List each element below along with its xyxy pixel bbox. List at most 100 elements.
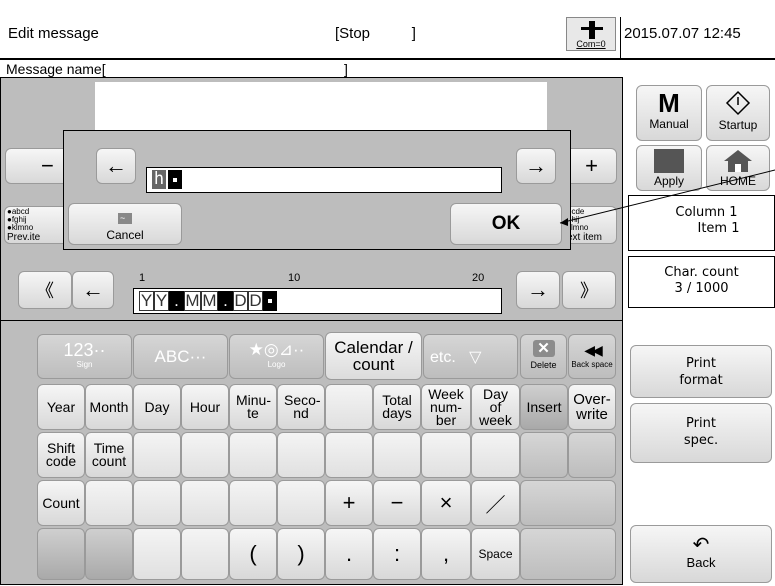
- key-right-paren[interactable]: ): [277, 528, 325, 580]
- key-minus[interactable]: −: [373, 480, 421, 526]
- delete-x-icon: ✕: [532, 340, 555, 357]
- key-plus[interactable]: +: [325, 480, 373, 526]
- manual-button[interactable]: M Manual: [636, 85, 702, 141]
- overwrite-button[interactable]: Over-write: [568, 384, 616, 430]
- key-year[interactable]: Year: [37, 384, 85, 430]
- back-button[interactable]: ↶ Back: [630, 525, 772, 583]
- blank-key[interactable]: [181, 480, 229, 526]
- blank-key[interactable]: [568, 432, 616, 478]
- blank-key[interactable]: [421, 432, 471, 478]
- tab-calendar-count[interactable]: Calendar / count: [325, 332, 422, 380]
- dialog-cursor-left-button[interactable]: ←: [96, 148, 136, 184]
- date-token: M: [184, 291, 201, 311]
- insert-button[interactable]: Insert: [520, 384, 568, 430]
- cursor-left-button[interactable]: ←: [72, 271, 114, 309]
- key-total-days[interactable]: Total days: [373, 384, 421, 430]
- message-content-field[interactable]: Y Y . M M . D D: [133, 288, 502, 314]
- key-label: ): [297, 541, 305, 566]
- manual-label: Manual: [649, 117, 689, 131]
- date-token-row: Y Y . M M . D D: [139, 291, 277, 311]
- print-format-button[interactable]: Print format: [630, 345, 772, 398]
- cancel-button[interactable]: ~ Cancel: [68, 203, 182, 245]
- character-input[interactable]: h: [146, 167, 502, 193]
- key-left-paren[interactable]: (: [229, 528, 277, 580]
- key-label: Hour: [189, 399, 221, 415]
- double-left-icon: 《: [36, 281, 54, 301]
- key-label: Seco-nd: [284, 392, 321, 421]
- date-token: D: [233, 291, 248, 311]
- tab-calendar-label: Calendar / count: [334, 338, 413, 374]
- key-dot[interactable]: .: [325, 528, 373, 580]
- blank-key[interactable]: [181, 528, 229, 580]
- key-time-count[interactable]: Time count: [85, 432, 133, 478]
- jump-left-button[interactable]: 《: [18, 271, 72, 309]
- key-shift-code[interactable]: Shift code: [37, 432, 85, 478]
- ok-label: OK: [491, 213, 521, 234]
- cancel-icon: ~: [118, 213, 132, 224]
- next-item-label: ext item: [567, 232, 603, 243]
- blank-key[interactable]: [133, 432, 181, 478]
- backspace-label: Back space: [571, 360, 613, 369]
- tab-alphabet[interactable]: ABC···: [133, 334, 228, 379]
- blank-key[interactable]: [85, 528, 133, 580]
- blank-key[interactable]: [325, 384, 373, 430]
- jump-right-button[interactable]: 》: [562, 271, 616, 309]
- key-second[interactable]: Seco-nd: [277, 384, 325, 430]
- blank-key[interactable]: [277, 480, 325, 526]
- blank-key[interactable]: [520, 432, 568, 478]
- blank-key[interactable]: [85, 480, 133, 526]
- blank-key[interactable]: [37, 528, 85, 580]
- key-hour[interactable]: Hour: [181, 384, 229, 430]
- date-token: Y: [154, 291, 169, 311]
- blank-key[interactable]: [133, 528, 181, 580]
- communication-status-button[interactable]: Com=0: [566, 17, 616, 51]
- blank-key[interactable]: [277, 432, 325, 478]
- tab-logo[interactable]: ★◎⊿·· Logo: [229, 334, 324, 379]
- print-spec-button[interactable]: Print spec.: [630, 403, 772, 463]
- tab-alphabet-label: ABC···: [154, 346, 207, 366]
- date-token: M: [201, 291, 218, 311]
- blank-key[interactable]: [325, 432, 373, 478]
- key-day[interactable]: Day: [133, 384, 181, 430]
- key-label: Count: [42, 495, 80, 511]
- key-count[interactable]: Count: [37, 480, 85, 526]
- tab-sign[interactable]: 123·· Sign: [37, 334, 132, 379]
- ok-button[interactable]: OK: [450, 203, 562, 245]
- key-week-number[interactable]: Week num-ber: [421, 384, 471, 430]
- key-space[interactable]: Space: [471, 528, 520, 580]
- com-counter: Com=0: [576, 39, 606, 49]
- blank-key[interactable]: [520, 480, 616, 526]
- key-label: (: [249, 541, 257, 566]
- startup-button[interactable]: Startup: [706, 85, 770, 141]
- divider: [0, 320, 623, 321]
- blank-key[interactable]: [471, 432, 520, 478]
- key-month[interactable]: Month: [85, 384, 133, 430]
- right-arrow-icon: →: [527, 277, 549, 302]
- date-token: .: [169, 291, 184, 311]
- apply-icon: [654, 149, 684, 173]
- apply-button[interactable]: Apply: [636, 145, 702, 191]
- tab-etc[interactable]: etc. ▽: [423, 334, 518, 379]
- blank-key[interactable]: [373, 432, 421, 478]
- key-colon[interactable]: :: [373, 528, 421, 580]
- key-slash[interactable]: ／: [471, 480, 520, 526]
- dialog-cursor-right-button[interactable]: →: [516, 148, 556, 184]
- key-label: ,: [442, 541, 450, 566]
- blank-key[interactable]: [229, 480, 277, 526]
- key-label: −: [390, 490, 404, 515]
- blank-key[interactable]: [133, 480, 181, 526]
- blank-key[interactable]: [229, 432, 277, 478]
- key-label: ×: [439, 490, 453, 515]
- key-label: Day: [144, 399, 170, 415]
- right-arrow-icon: →: [525, 153, 547, 178]
- backspace-button[interactable]: ◀◀ Back space: [568, 334, 616, 379]
- delete-button[interactable]: ✕ Delete: [520, 334, 567, 379]
- blank-key[interactable]: [520, 528, 616, 580]
- key-minute[interactable]: Minu-te: [229, 384, 277, 430]
- key-day-of-week[interactable]: Day of week: [471, 384, 520, 430]
- home-button[interactable]: HOME: [706, 145, 770, 191]
- cursor-right-button[interactable]: →: [516, 271, 560, 309]
- blank-key[interactable]: [181, 432, 229, 478]
- key-comma[interactable]: ,: [421, 528, 471, 580]
- key-times[interactable]: ×: [421, 480, 471, 526]
